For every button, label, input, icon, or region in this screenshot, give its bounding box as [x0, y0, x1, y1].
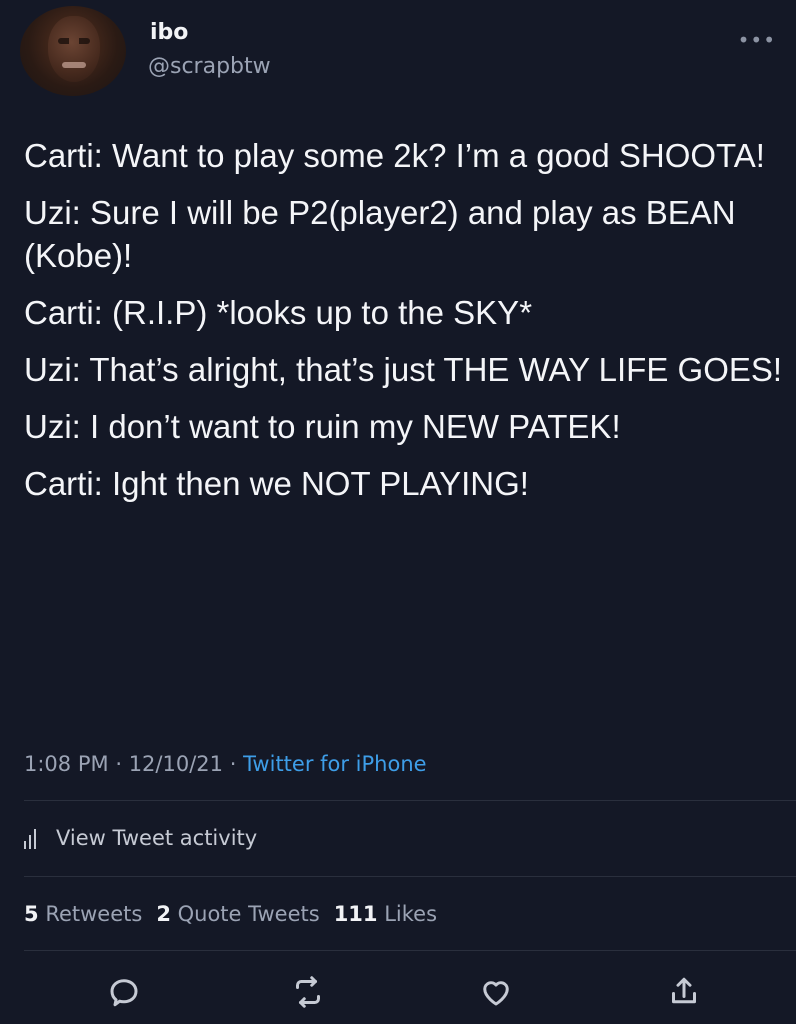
activity-label: View Tweet activity	[56, 826, 258, 850]
avatar-eyes	[58, 38, 90, 44]
quotes-label: Quote Tweets	[177, 902, 320, 926]
retweets-stat[interactable]: 5 Retweets	[24, 902, 142, 926]
engagement-stats: 5 Retweets 2 Quote Tweets 111 Likes	[24, 902, 437, 926]
more-dots-icon[interactable]: •••	[738, 28, 776, 52]
author-handle[interactable]: @scrapbtw	[148, 54, 271, 79]
meta-separator: ·	[115, 752, 122, 776]
tweet-time[interactable]: 1:08 PM	[24, 752, 109, 776]
analytics-bars-icon	[24, 827, 36, 849]
like-icon[interactable]	[476, 972, 516, 1012]
likes-count: 111	[333, 902, 378, 926]
tweet-timestamp: 1:08 PM · 12/10/21 · Twitter for iPhone	[24, 752, 427, 776]
meta-separator: ·	[229, 752, 237, 776]
retweet-icon[interactable]	[288, 972, 328, 1012]
quote-tweets-stat[interactable]: 2 Quote Tweets	[156, 902, 319, 926]
divider	[24, 800, 796, 801]
tweet-line: Uzi: That’s alright, that’s just THE WAY…	[24, 351, 783, 388]
retweets-count: 5	[24, 902, 39, 926]
tweet-detail: ibo @scrapbtw ••• Carti: Want to play so…	[0, 0, 796, 1024]
share-icon[interactable]	[664, 972, 704, 1012]
tweet-text: Carti: Want to play some 2k? I’m a good …	[24, 134, 784, 519]
avatar-mouth	[62, 62, 86, 68]
likes-label: Likes	[384, 902, 438, 926]
tweet-line: Carti: Want to play some 2k? I’m a good …	[24, 137, 765, 174]
divider	[24, 950, 796, 951]
tweet-line: Uzi: Sure I will be P2(player2) and play…	[24, 194, 736, 274]
tweet-date[interactable]: 12/10/21	[129, 752, 223, 776]
tweet-actions	[0, 968, 796, 1016]
likes-stat[interactable]: 111 Likes	[334, 902, 437, 926]
tweet-source-link[interactable]: Twitter for iPhone	[243, 752, 427, 776]
quotes-count: 2	[156, 902, 171, 926]
tweet-line: Carti: (R.I.P) *looks up to the SKY*	[24, 294, 533, 331]
tweet-line: Carti: Ight then we NOT PLAYING!	[24, 465, 529, 502]
reply-icon[interactable]	[104, 972, 144, 1012]
view-tweet-activity-link[interactable]: View Tweet activity	[24, 826, 257, 850]
avatar-face	[48, 16, 100, 82]
author-name[interactable]: ibo	[150, 20, 188, 45]
avatar[interactable]	[20, 6, 126, 96]
tweet-header: ibo @scrapbtw •••	[20, 6, 776, 98]
tweet-line: Uzi: I don’t want to ruin my NEW PATEK!	[24, 408, 621, 445]
divider	[24, 876, 796, 877]
retweets-label: Retweets	[45, 902, 143, 926]
